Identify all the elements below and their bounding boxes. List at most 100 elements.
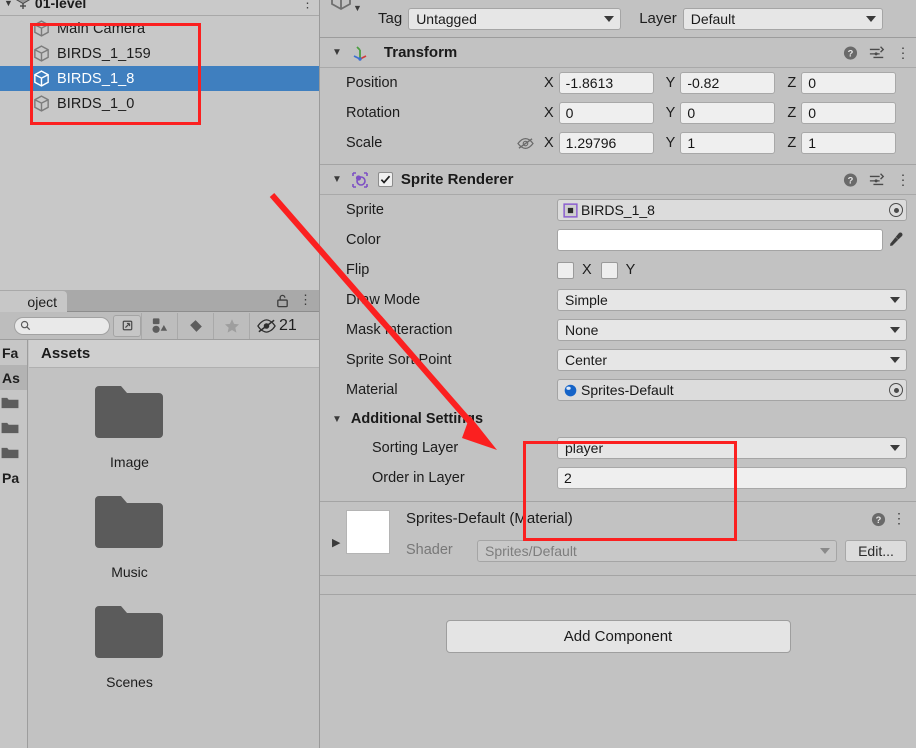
chevron-down-icon[interactable]: ▼ (332, 174, 342, 185)
help-icon[interactable]: ? (871, 512, 886, 530)
constrain-proportions-icon[interactable] (516, 136, 535, 151)
mask-interaction-row: Mask Interaction None (320, 315, 916, 345)
help-icon[interactable]: ? (843, 172, 858, 187)
tree-item-folder-2[interactable] (0, 415, 27, 440)
scale-z-field[interactable]: 1 (801, 132, 897, 154)
tree-item-favorites[interactable]: Fa (0, 340, 27, 365)
layer-dropdown[interactable]: Default (682, 7, 883, 30)
position-z-field[interactable]: 0 (801, 72, 897, 94)
eyedropper-icon[interactable] (888, 231, 905, 248)
flip-label: Flip (346, 262, 370, 278)
material-thumbnail (346, 510, 390, 554)
project-more-menu-icon[interactable]: ⋮ (299, 292, 312, 308)
rotation-y-field[interactable]: 0 (680, 102, 776, 124)
draw-mode-dropdown[interactable]: Simple (557, 289, 907, 311)
chevron-down-icon (890, 445, 900, 451)
hierarchy-item-birds-1-8[interactable]: BIRDS_1_8 (0, 66, 319, 91)
hierarchy-item-label: BIRDS_1_8 (57, 70, 135, 87)
gameobject-cube-icon (34, 95, 49, 112)
sprite-sort-point-dropdown[interactable]: Center (557, 349, 907, 371)
add-component-button[interactable]: Add Component (445, 620, 791, 653)
expand-search-button[interactable] (113, 314, 141, 337)
shader-dropdown[interactable]: Sprites/Default (477, 540, 837, 562)
mask-interaction-dropdown[interactable]: None (557, 319, 907, 341)
hierarchy-scene-header[interactable]: ▼ 01-level ⋮ (0, 0, 319, 16)
object-picker-icon[interactable] (889, 203, 903, 217)
color-swatch[interactable] (557, 229, 883, 251)
material-label: Material (346, 382, 398, 398)
position-x-field[interactable]: -1.8613 (558, 72, 654, 94)
expand-icon (122, 320, 132, 331)
folder-icon (94, 496, 163, 548)
transform-icon (353, 45, 367, 61)
object-picker-icon[interactable] (889, 383, 903, 397)
search-field-wrapper[interactable] (14, 316, 110, 335)
tag-dropdown[interactable]: Untagged (408, 7, 622, 30)
scale-y-field[interactable]: 1 (680, 132, 776, 154)
gameobject-cube-icon (34, 45, 49, 62)
material-object-field[interactable]: Sprites-Default (557, 379, 907, 401)
project-body: Fa As Pa Assets Image Music Scenes (0, 340, 319, 748)
hierarchy-item-birds-1-0[interactable]: BIRDS_1_0 (0, 91, 319, 116)
layer-label: Layer (639, 10, 677, 27)
search-input[interactable] (31, 317, 103, 334)
component-more-menu-icon[interactable]: ⋮ (896, 44, 910, 61)
preset-icon[interactable] (869, 172, 885, 187)
axis-x-label: X (544, 105, 554, 121)
edit-shader-button[interactable]: Edit... (845, 540, 907, 562)
rotation-x-field[interactable]: 0 (558, 102, 654, 124)
order-in-layer-label: Order in Layer (372, 470, 465, 486)
flip-x-checkbox[interactable] (557, 261, 574, 279)
additional-settings-header[interactable]: ▼ Additional Settings (320, 405, 916, 433)
component-more-menu-icon[interactable]: ⋮ (896, 171, 910, 188)
sprite-renderer-enabled-checkbox[interactable] (377, 172, 393, 187)
tree-item-folder-1[interactable] (0, 390, 27, 415)
color-label: Color (346, 232, 381, 248)
color-field-wrapper[interactable] (557, 229, 907, 251)
axis-x-label: X (544, 135, 554, 151)
hierarchy-item-birds-1-159[interactable]: BIRDS_1_159 (0, 41, 319, 66)
chevron-down-icon[interactable]: ▼ (4, 0, 13, 8)
hierarchy-more-menu-icon[interactable]: ⋮ (301, 0, 314, 9)
project-panel: oject ⋮ 21 Fa As Pa Assets Image Music S… (0, 290, 320, 748)
chevron-down-icon[interactable]: ▼ (332, 414, 342, 425)
asset-folder-image[interactable]: Image (63, 382, 196, 470)
tab-project[interactable]: oject (0, 291, 67, 312)
flip-y-checkbox[interactable] (600, 261, 618, 279)
scale-label: Scale (346, 135, 383, 151)
axis-z-label: Z (787, 135, 797, 151)
tree-item-folder-3[interactable] (0, 440, 27, 465)
sorting-layer-row: Sorting Layer player (320, 433, 916, 463)
filter-by-type-button[interactable] (141, 312, 177, 339)
lock-icon[interactable] (275, 293, 290, 308)
chevron-right-icon[interactable]: ▶ (332, 536, 340, 549)
preset-icon[interactable] (869, 45, 885, 60)
rotation-label: Rotation (346, 105, 401, 121)
tree-item-packages[interactable]: Pa (0, 465, 27, 490)
asset-folder-music[interactable]: Music (63, 492, 196, 580)
chevron-down-icon (890, 297, 900, 303)
sprite-renderer-component-header[interactable]: ▼ Sprite Renderer ? ⋮ (320, 165, 916, 195)
filter-by-label-button[interactable] (177, 312, 213, 339)
favorites-button[interactable] (213, 312, 249, 339)
asset-folder-scenes[interactable]: Scenes (63, 602, 196, 690)
sprite-sort-point-label: Sprite Sort Point (346, 352, 452, 368)
hidden-assets-toggle[interactable]: 21 (249, 312, 305, 339)
gameobject-cube-icon (34, 20, 49, 37)
rotation-z-field[interactable]: 0 (801, 102, 897, 124)
hierarchy-item-main-camera[interactable]: Main Camera (0, 16, 319, 41)
position-y-field[interactable]: -0.82 (680, 72, 776, 94)
tree-item-assets[interactable]: As (0, 365, 27, 390)
help-icon[interactable]: ? (843, 45, 858, 60)
draw-mode-label: Draw Mode (346, 292, 421, 308)
chevron-down-icon[interactable]: ▼ (353, 3, 362, 13)
folder-icon (1, 447, 19, 459)
sprite-object-field[interactable]: BIRDS_1_8 (557, 199, 907, 221)
sprite-label: Sprite (346, 202, 384, 218)
order-in-layer-field[interactable]: 2 (557, 467, 907, 489)
scale-x-field[interactable]: 1.29796 (558, 132, 654, 154)
sorting-layer-dropdown[interactable]: player (557, 437, 907, 459)
chevron-down-icon[interactable]: ▼ (332, 47, 342, 58)
material-more-menu-icon[interactable]: ⋮ (892, 510, 906, 527)
transform-component-header[interactable]: ▼ Transform ? ⋮ (320, 38, 916, 68)
